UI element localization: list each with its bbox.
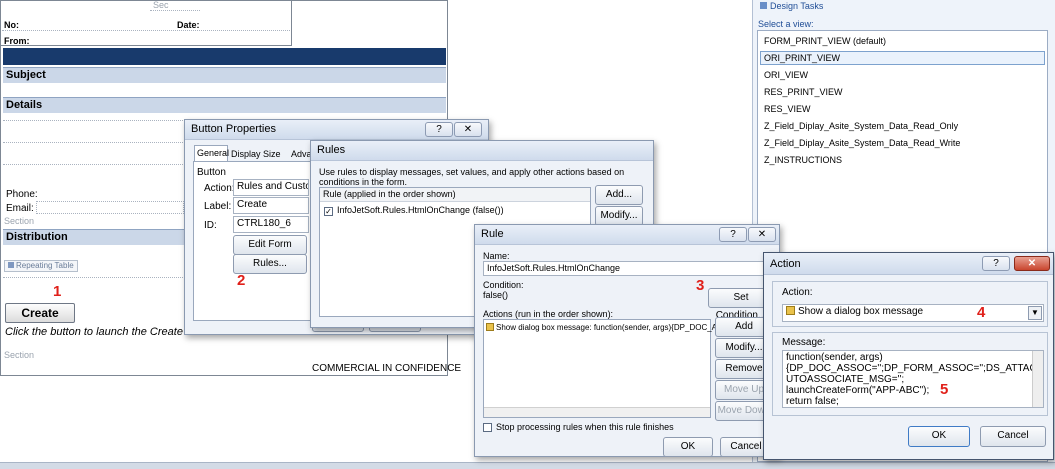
label-input[interactable]: Create bbox=[233, 197, 309, 214]
section-tag: Section bbox=[4, 216, 35, 226]
stop-processing-checkbox[interactable] bbox=[483, 423, 492, 432]
no-label: No: bbox=[4, 20, 19, 30]
id-label: ID: bbox=[204, 220, 217, 231]
view-item[interactable]: RES_PRINT_VIEW bbox=[764, 87, 843, 97]
action-item-label: Show dialog box message: function(sender… bbox=[496, 323, 723, 332]
rule-close-icon[interactable]: ✕ bbox=[748, 227, 776, 242]
message-line: return false; bbox=[786, 396, 839, 407]
rules-title: Rules bbox=[311, 141, 653, 161]
tab-display[interactable]: Display bbox=[231, 149, 261, 159]
instruction-text: Click the button to launch the Create bbox=[5, 326, 183, 338]
stop-processing-label: Stop processing rules when this rule fin… bbox=[496, 422, 674, 432]
view-item[interactable]: RES_VIEW bbox=[764, 104, 811, 114]
annotation-4: 4 bbox=[977, 304, 986, 321]
table-icon bbox=[8, 262, 14, 268]
rule-name-input[interactable]: InfoJetSoft.Rules.HtmlOnChange bbox=[483, 261, 773, 276]
message-scrollbar[interactable] bbox=[1032, 351, 1043, 407]
action-item[interactable]: Show dialog box message: function(sender… bbox=[486, 323, 722, 332]
top-header-block bbox=[0, 0, 292, 46]
repeating-table-label: Repeating Table bbox=[16, 261, 74, 270]
rules-list-header: Rule (applied in the order shown) bbox=[320, 188, 590, 202]
action-cancel-button[interactable]: Cancel bbox=[980, 426, 1046, 447]
view-item[interactable]: FORM_PRINT_VIEW (default) bbox=[764, 36, 886, 46]
action-help-icon[interactable]: ? bbox=[982, 256, 1010, 271]
close-icon[interactable]: ✕ bbox=[454, 122, 482, 137]
action-dialog: Action ? ✕ Action: Show a dialog box mes… bbox=[763, 252, 1054, 460]
action-label: Action: bbox=[782, 287, 813, 298]
name-label: Name: bbox=[483, 251, 510, 261]
annotation-3: 3 bbox=[696, 277, 705, 294]
annotation-1: 1 bbox=[53, 283, 62, 300]
tab-general-label: General bbox=[197, 148, 230, 158]
button-group-label: Button bbox=[197, 167, 226, 178]
help-icon[interactable]: ? bbox=[425, 122, 453, 137]
tab-advanced[interactable]: Adva bbox=[291, 149, 312, 159]
message-icon bbox=[486, 323, 494, 331]
create-button-label: Create bbox=[21, 306, 59, 320]
id-input[interactable]: CTRL180_6 bbox=[233, 216, 309, 233]
view-item[interactable]: Z_INSTRUCTIONS bbox=[764, 155, 842, 165]
action-ok-button[interactable]: OK bbox=[908, 426, 970, 447]
date-label: Date: bbox=[177, 20, 200, 30]
action-label: Action: bbox=[204, 183, 235, 194]
view-item[interactable]: Z_Field_Diplay_Asite_System_Data_Read_On… bbox=[764, 121, 958, 131]
condition-value: false() bbox=[483, 290, 509, 300]
annotation-2: 2 bbox=[237, 272, 246, 289]
tab-size[interactable]: Size bbox=[263, 149, 281, 159]
tab-general[interactable]: General bbox=[194, 145, 230, 161]
action-type-value: Show a dialog box message bbox=[798, 306, 924, 317]
repeating-table-tag: Repeating Table bbox=[4, 260, 78, 272]
select-view-label: Select a view: bbox=[758, 19, 814, 29]
condition-label: Condition: bbox=[483, 280, 524, 290]
create-button[interactable]: Create bbox=[5, 303, 75, 323]
dark-banner bbox=[3, 48, 446, 65]
action-type-select[interactable]: Show a dialog box message ▼ bbox=[782, 304, 1044, 322]
message-line: launchCreateForm("APP-ABC"); bbox=[786, 385, 930, 396]
rule-dialog: Rule ? ✕ Name: InfoJetSoft.Rules.HtmlOnC… bbox=[474, 224, 780, 457]
rule-help-icon[interactable]: ? bbox=[719, 227, 747, 242]
rules-add-button[interactable]: Add... bbox=[595, 185, 643, 205]
status-bar bbox=[0, 462, 1055, 469]
view-item[interactable]: ORI_VIEW bbox=[764, 70, 808, 80]
subject-section: Subject bbox=[3, 67, 446, 83]
design-tasks-link[interactable]: Design Tasks bbox=[760, 1, 823, 11]
annotation-5: 5 bbox=[940, 381, 949, 398]
email-label: Email: bbox=[6, 203, 34, 214]
bottom-section-tag: Section bbox=[4, 350, 35, 360]
design-tasks-label: Design Tasks bbox=[770, 1, 824, 11]
message-line: UTOASSOCIATE_MSG=''; bbox=[786, 374, 905, 385]
view-item[interactable]: ORI_PRINT_VIEW bbox=[764, 53, 840, 63]
message-icon bbox=[786, 306, 795, 315]
phone-label: Phone: bbox=[6, 189, 38, 200]
actions-list: Show dialog box message: function(sender… bbox=[483, 319, 722, 418]
rule-ok-button[interactable]: OK bbox=[663, 437, 713, 457]
message-textarea[interactable]: function(sender, args) {DP_DOC_ASSOC='';… bbox=[782, 350, 1044, 408]
chevron-down-icon[interactable]: ▼ bbox=[1028, 306, 1042, 320]
email-field[interactable] bbox=[36, 201, 184, 214]
action-select[interactable]: Rules and Custom Cod bbox=[233, 179, 309, 196]
design-tasks-icon bbox=[760, 2, 767, 9]
rules-description: Use rules to display messages, set value… bbox=[319, 167, 625, 187]
message-label: Message: bbox=[782, 337, 826, 348]
rules-modify-button[interactable]: Modify... bbox=[595, 206, 643, 226]
details-section: Details bbox=[3, 97, 446, 113]
rules-button[interactable]: Rules... bbox=[233, 254, 307, 274]
message-line: {DP_DOC_ASSOC='';DP_FORM_ASSOC='';DS_ATT… bbox=[786, 363, 1044, 374]
from-label: From: bbox=[4, 36, 30, 46]
rule-checkbox[interactable]: ✓ bbox=[324, 207, 333, 216]
actions-hscrollbar[interactable] bbox=[484, 407, 710, 417]
view-item[interactable]: Z_Field_Diplay_Asite_System_Data_Read_Wr… bbox=[764, 138, 960, 148]
edit-form-code-button[interactable]: Edit Form Code... bbox=[233, 235, 307, 268]
top-section-tag: Sec bbox=[153, 0, 169, 10]
actions-label: Actions (run in the order shown): bbox=[483, 309, 614, 319]
rule-item[interactable]: InfoJetSoft.Rules.HtmlOnChange (false()) bbox=[337, 205, 504, 215]
label-label: Label: bbox=[204, 201, 232, 212]
confidence-footer: COMMERCIAL IN CONFIDENCE bbox=[312, 363, 462, 374]
action-close-icon[interactable]: ✕ bbox=[1014, 256, 1050, 271]
message-line: function(sender, args) bbox=[786, 352, 883, 363]
